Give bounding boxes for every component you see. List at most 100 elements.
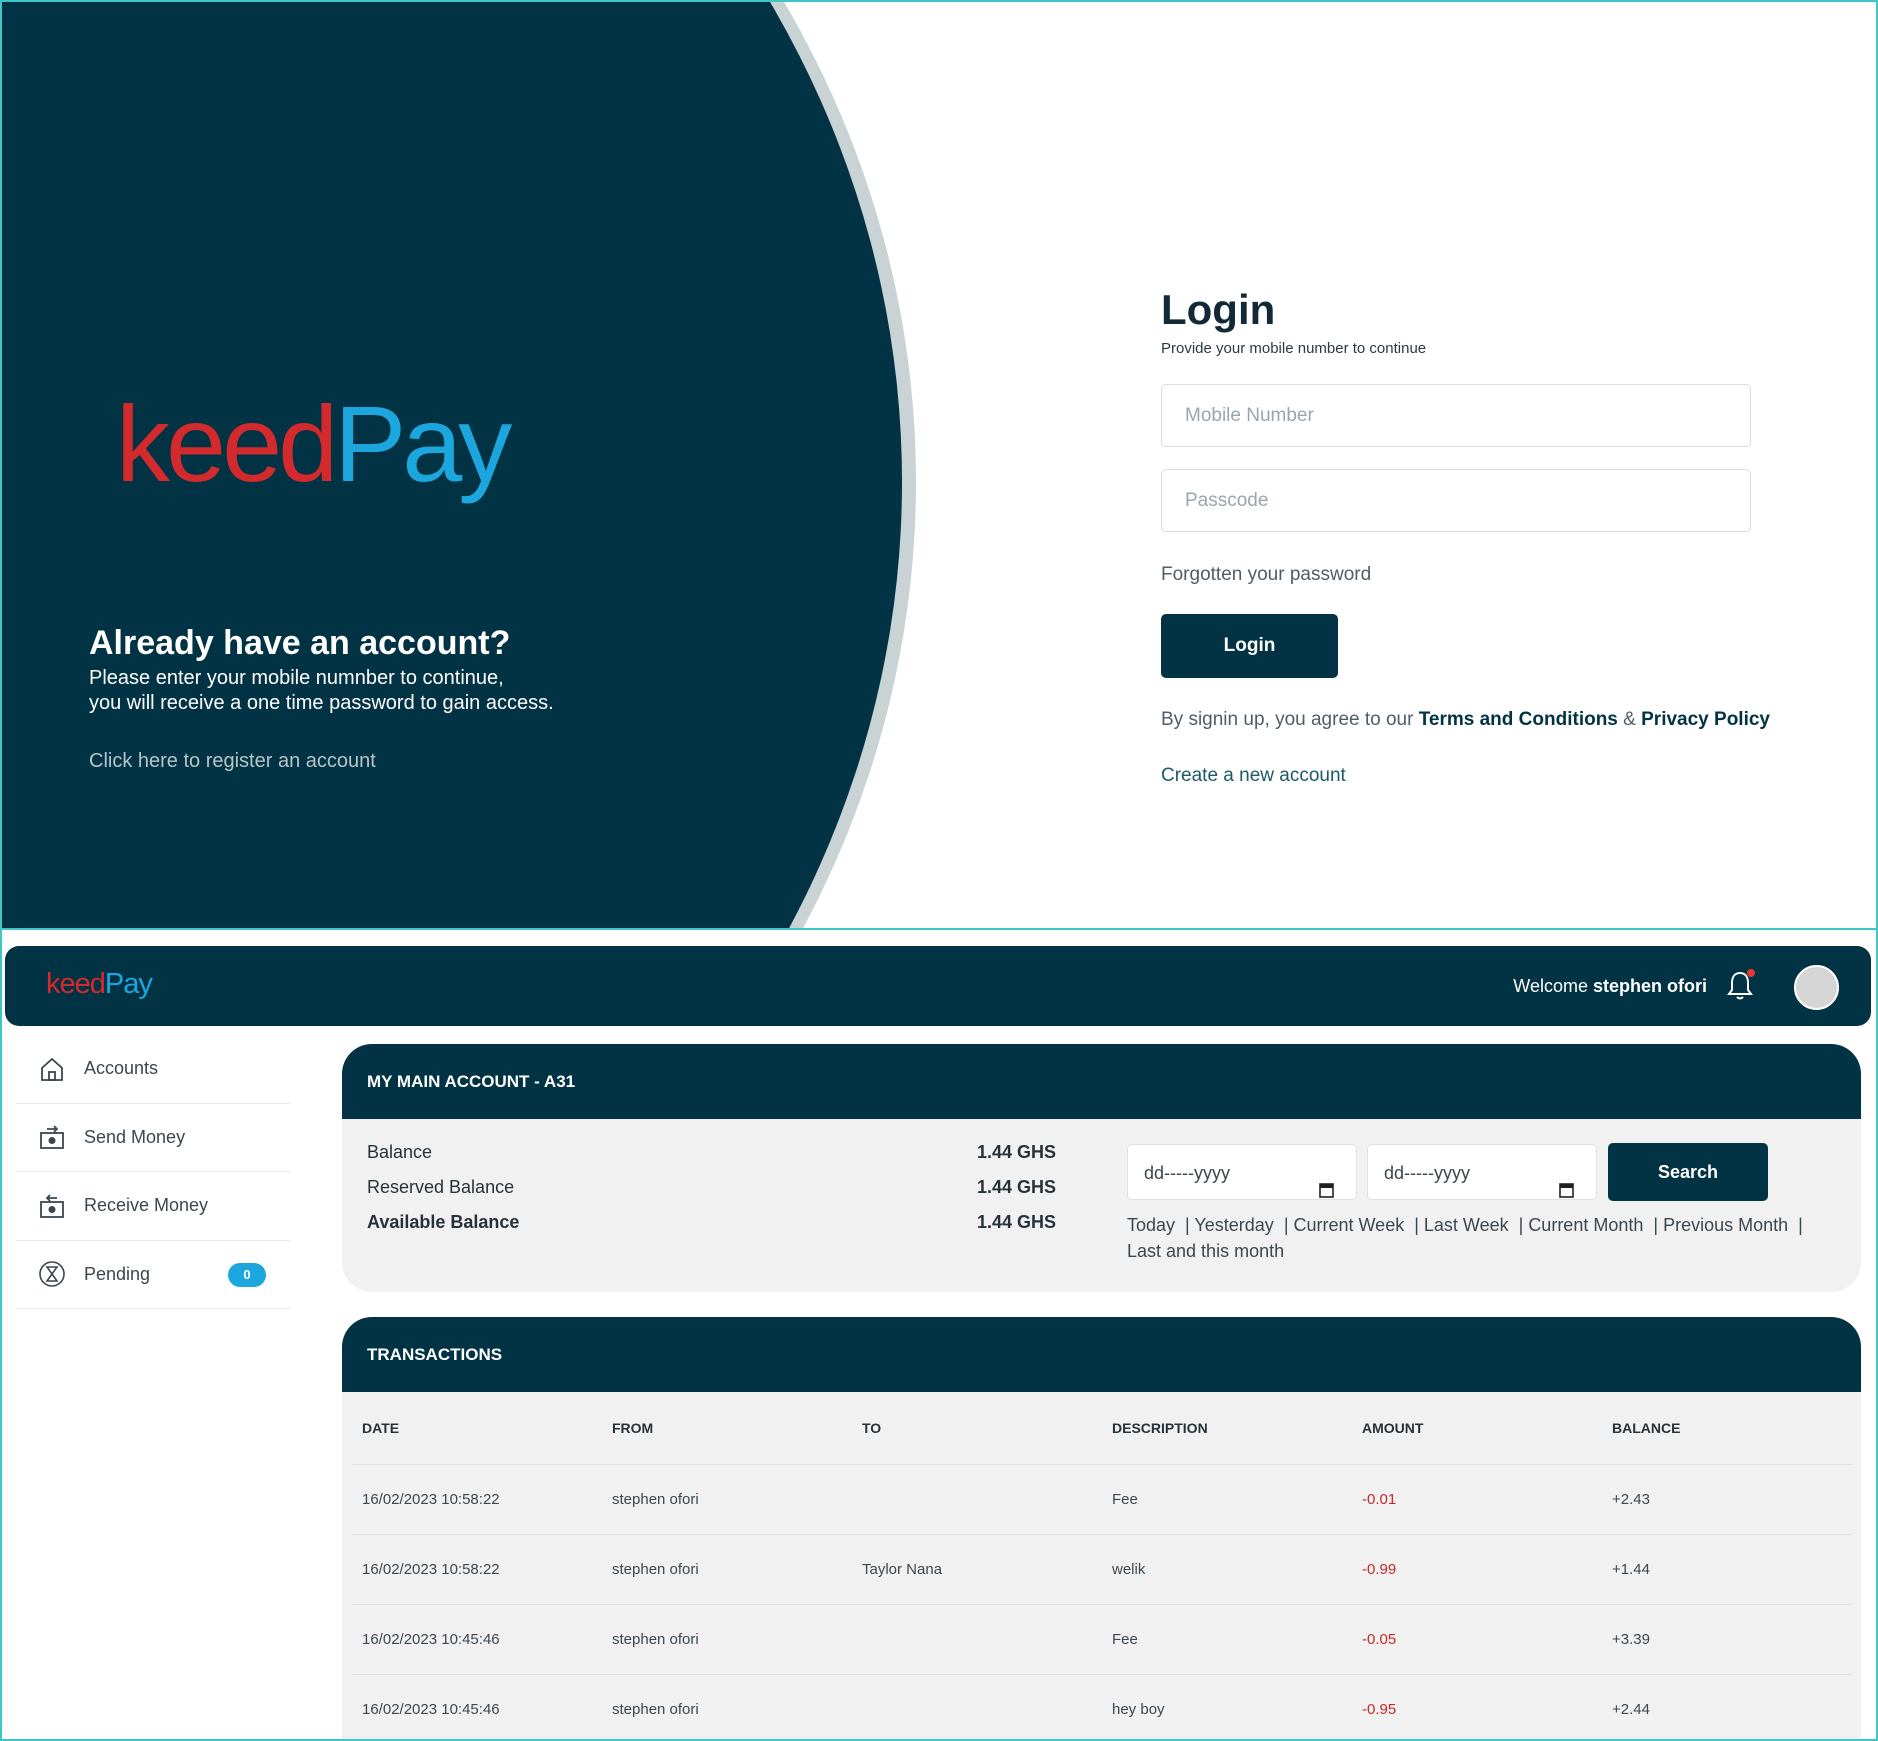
table-row[interactable]: 16/02/2023 10:58:22 stephen ofori Taylor… xyxy=(352,1534,1852,1605)
filter-current-month[interactable]: Current Month xyxy=(1528,1215,1643,1235)
quick-date-filters: Today | Yesterday | Current Week | Last … xyxy=(1127,1215,1803,1261)
filter-current-week[interactable]: Current Week xyxy=(1294,1215,1405,1235)
cell-date: 16/02/2023 10:45:46 xyxy=(352,1674,602,1739)
privacy-link[interactable]: Privacy Policy xyxy=(1641,709,1770,730)
cell-amount: -0.01 xyxy=(1352,1464,1602,1535)
cell-amount: -0.05 xyxy=(1352,1604,1602,1675)
cell-to xyxy=(852,1604,1102,1675)
cell-from: stephen ofori xyxy=(602,1464,852,1535)
calendar-icon[interactable] xyxy=(1319,1164,1334,1198)
sidebar-item-label: Accounts xyxy=(84,1058,159,1079)
login-page: keedPay Already have an account? Please … xyxy=(2,2,1876,930)
account-title: MY MAIN ACCOUNT - A31 xyxy=(342,1044,1861,1119)
date-from-input[interactable]: dd-----yyyy xyxy=(1127,1144,1357,1200)
login-instructions: Please enter your mobile numnber to cont… xyxy=(89,666,609,716)
column-from: FROM xyxy=(602,1392,852,1465)
column-balance: BALANCE xyxy=(1602,1392,1852,1465)
filter-yesterday[interactable]: Yesterday xyxy=(1194,1215,1273,1235)
reserved-balance-label: Reserved Balance xyxy=(367,1177,515,1197)
passcode-input[interactable] xyxy=(1161,469,1751,532)
cell-to xyxy=(852,1464,1102,1535)
login-instructions-line2: you will receive a one time password to … xyxy=(89,692,554,714)
cell-description: Fee xyxy=(1102,1604,1352,1675)
logo-pay-text: Pay xyxy=(334,383,512,504)
balance-value: 1.44 GHS xyxy=(977,1142,1057,1162)
sidebar-item-label: Pending xyxy=(84,1263,151,1284)
transactions-card: TRANSACTIONS DATE FROM TO DESCRIPTION AM… xyxy=(342,1317,1861,1739)
column-amount: AMOUNT xyxy=(1352,1392,1602,1465)
reserved-balance-value: 1.44 GHS xyxy=(977,1177,1057,1197)
available-balance-value: 1.44 GHS xyxy=(977,1212,1057,1232)
table-row[interactable]: 16/02/2023 10:45:46 stephen ofori Fee -0… xyxy=(352,1604,1852,1675)
dashboard-page: keedPay Welcome stephen ofori Accounts S… xyxy=(2,932,1876,1739)
sidebar-item-label: Send Money xyxy=(84,1126,186,1147)
keedpay-logo-small[interactable]: keedPay xyxy=(46,968,153,1000)
notification-bell-icon[interactable] xyxy=(1725,969,1755,1003)
transactions-title: TRANSACTIONS xyxy=(342,1317,1861,1392)
table-header-row: DATE FROM TO DESCRIPTION AMOUNT BALANCE xyxy=(352,1392,1852,1465)
forgot-password-link[interactable]: Forgotten your password xyxy=(1161,564,1371,586)
cell-amount: -0.99 xyxy=(1352,1534,1602,1605)
cell-from: stephen ofori xyxy=(602,1604,852,1675)
cell-to xyxy=(852,1674,1102,1739)
column-to: TO xyxy=(852,1392,1102,1465)
table-row[interactable]: 16/02/2023 10:45:46 stephen ofori hey bo… xyxy=(352,1674,1852,1739)
notification-dot xyxy=(1747,969,1755,977)
filter-today[interactable]: Today xyxy=(1127,1215,1175,1235)
login-button[interactable]: Login xyxy=(1161,614,1338,678)
cell-from: stephen ofori xyxy=(602,1534,852,1605)
sidebar-item-accounts[interactable]: Accounts xyxy=(16,1035,290,1104)
sidebar-item-pending[interactable]: Pending 0 xyxy=(16,1241,290,1309)
receive-money-icon xyxy=(38,1192,66,1220)
keedpay-logo: keedPay xyxy=(116,390,512,498)
user-avatar[interactable] xyxy=(1794,965,1839,1010)
cell-date: 16/02/2023 10:58:22 xyxy=(352,1534,602,1605)
account-card: MY MAIN ACCOUNT - A31 Balance 1.44 GHS R… xyxy=(342,1044,1861,1292)
table-row[interactable]: 16/02/2023 10:58:22 stephen ofori Fee -0… xyxy=(352,1464,1852,1535)
cell-balance: +1.44 xyxy=(1602,1534,1852,1605)
logo-pay-text: Pay xyxy=(104,968,153,1000)
welcome-message: Welcome stephen ofori xyxy=(1513,976,1707,997)
date-to-value: dd-----yyyy xyxy=(1384,1163,1470,1183)
logo-keed-text: keed xyxy=(116,383,338,504)
register-link[interactable]: Click here to register an account xyxy=(89,750,376,773)
top-navbar: keedPay Welcome stephen ofori xyxy=(5,946,1871,1026)
filter-last-week[interactable]: Last Week xyxy=(1424,1215,1509,1235)
terms-link[interactable]: Terms and Conditions xyxy=(1419,709,1618,730)
user-name: stephen ofori xyxy=(1592,976,1707,996)
logo-keed-text: keed xyxy=(46,968,106,1000)
cell-balance: +3.39 xyxy=(1602,1604,1852,1675)
send-money-icon xyxy=(38,1123,66,1151)
login-subtitle: Provide your mobile number to continue xyxy=(1161,340,1427,357)
filter-last-and-this-month[interactable]: Last and this month xyxy=(1127,1241,1284,1261)
column-description: DESCRIPTION xyxy=(1102,1392,1352,1465)
cell-to: Taylor Nana xyxy=(852,1534,1102,1605)
date-to-input[interactable]: dd-----yyyy xyxy=(1367,1144,1597,1200)
available-balance-label: Available Balance xyxy=(367,1212,520,1232)
cell-date: 16/02/2023 10:58:22 xyxy=(352,1464,602,1535)
cell-from: stephen ofori xyxy=(602,1674,852,1739)
mobile-number-input[interactable] xyxy=(1161,384,1751,447)
cell-balance: +2.44 xyxy=(1602,1674,1852,1739)
transactions-table: DATE FROM TO DESCRIPTION AMOUNT BALANCE … xyxy=(352,1392,1852,1739)
hourglass-icon xyxy=(38,1260,66,1288)
sidebar-item-send-money[interactable]: Send Money xyxy=(16,1104,290,1172)
sidebar: Accounts Send Money Receive Money Pendin… xyxy=(16,1035,290,1309)
cell-description: Fee xyxy=(1102,1464,1352,1535)
login-title: Login xyxy=(1161,286,1276,333)
cell-balance: +2.43 xyxy=(1602,1464,1852,1535)
pending-count-badge: 0 xyxy=(228,1262,266,1287)
filter-previous-month[interactable]: Previous Month xyxy=(1663,1215,1788,1235)
create-account-link[interactable]: Create a new account xyxy=(1161,765,1346,787)
calendar-icon[interactable] xyxy=(1559,1164,1574,1198)
balance-label: Balance xyxy=(367,1142,433,1162)
sidebar-item-label: Receive Money xyxy=(84,1195,209,1216)
terms-prefix: By signin up, you agree to our xyxy=(1161,709,1419,730)
terms-amp: & xyxy=(1617,709,1642,730)
home-icon xyxy=(38,1055,66,1083)
sidebar-item-receive-money[interactable]: Receive Money xyxy=(16,1172,290,1241)
date-from-value: dd-----yyyy xyxy=(1144,1163,1230,1183)
login-instructions-line1: Please enter your mobile numnber to cont… xyxy=(89,667,504,689)
welcome-prefix: Welcome xyxy=(1513,976,1593,996)
search-button[interactable]: Search xyxy=(1608,1143,1768,1201)
